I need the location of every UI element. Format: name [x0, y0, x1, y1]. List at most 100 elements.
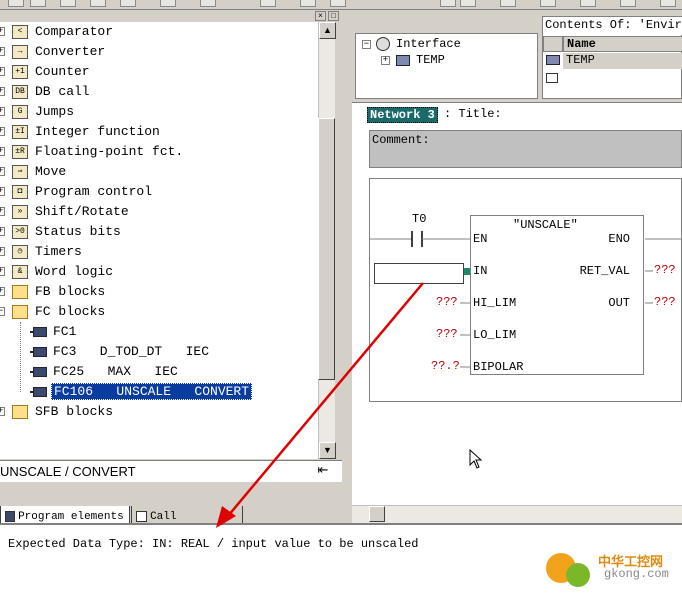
- fc-block-item[interactable]: FC3 D_TOD_DT IEC: [0, 342, 318, 362]
- scroll-up-icon[interactable]: ▲: [319, 22, 336, 39]
- element-category-icon: ±I: [12, 125, 28, 139]
- fc-block-item[interactable]: FC1: [0, 322, 318, 342]
- temp-icon: [396, 55, 410, 66]
- fc-block-item[interactable]: FC106 UNSCALE CONVERT: [0, 382, 318, 402]
- in-operand-input[interactable]: [374, 263, 464, 284]
- toolbar-button[interactable]: [460, 0, 476, 7]
- tree-item[interactable]: + → Converter: [0, 42, 318, 62]
- toolbar-button[interactable]: [90, 0, 106, 7]
- tree-item-label: Jumps: [35, 104, 75, 119]
- element-category-icon: →: [12, 45, 28, 59]
- toolbar-button[interactable]: [260, 0, 276, 7]
- pin-en: EN: [473, 232, 488, 246]
- gear-logo-icon: [566, 563, 590, 587]
- expand-icon[interactable]: +: [0, 87, 5, 96]
- interface-temp-label[interactable]: TEMP: [416, 53, 445, 67]
- tree-item[interactable]: + SFB blocks: [0, 402, 318, 422]
- toolbar-button[interactable]: [60, 0, 76, 7]
- fc-block-label: FC3 D_TOD_DT IEC: [53, 344, 210, 359]
- tree-item[interactable]: + ◷ Timers: [0, 242, 318, 262]
- tree-item[interactable]: + ⇒ Move: [0, 162, 318, 182]
- hi-lim-value[interactable]: ???: [436, 295, 458, 309]
- tree-item[interactable]: + & Word logic: [0, 262, 318, 282]
- toolbar-button[interactable]: [200, 0, 216, 7]
- expand-icon[interactable]: +: [0, 267, 5, 276]
- tree-item[interactable]: + DB DB call: [0, 82, 318, 102]
- toolbar-button[interactable]: [540, 0, 556, 7]
- pane-restore-icon[interactable]: □: [328, 11, 339, 21]
- out-value[interactable]: ???: [654, 295, 676, 309]
- toolbar-button[interactable]: [620, 0, 636, 7]
- expand-icon[interactable]: +: [0, 207, 5, 216]
- toolbar-button[interactable]: [8, 0, 24, 7]
- tree-item-label: Shift/Rotate: [35, 204, 129, 219]
- retval-value[interactable]: ???: [654, 263, 676, 277]
- comment-label: Comment:: [372, 133, 430, 147]
- temp-icon: [546, 55, 560, 65]
- editor-horizontal-scrollbar[interactable]: [352, 505, 682, 523]
- toolbar-button[interactable]: [500, 0, 516, 7]
- expand-icon[interactable]: +: [0, 107, 5, 116]
- unscale-function-block[interactable]: "UNSCALE" EN IN HI_LIM LO_LIM BIPOLAR EN…: [470, 215, 644, 375]
- program-elements-pane: × □ + < Comparator + → Converter + +1 Counter + DB…: [0, 10, 342, 536]
- expand-icon[interactable]: +: [0, 167, 5, 176]
- expand-icon[interactable]: +: [381, 56, 390, 65]
- tree-item[interactable]: + FB blocks: [0, 282, 318, 302]
- scroll-down-icon[interactable]: ▼: [319, 442, 336, 459]
- lo-lim-value[interactable]: ???: [436, 327, 458, 341]
- expand-icon[interactable]: +: [0, 187, 5, 196]
- fc-block-label: FC25 MAX IEC: [53, 364, 178, 379]
- toolbar-button[interactable]: [300, 0, 316, 7]
- bipolar-value[interactable]: ??.?: [431, 359, 460, 373]
- expand-icon[interactable]: +: [0, 147, 5, 156]
- pane-close-icon[interactable]: ×: [315, 11, 326, 21]
- element-category-icon: <: [12, 25, 28, 39]
- expand-icon[interactable]: +: [0, 247, 5, 256]
- expand-icon[interactable]: +: [0, 407, 5, 416]
- collapse-icon[interactable]: −: [362, 40, 371, 49]
- tree-item[interactable]: + < Comparator: [0, 22, 318, 42]
- column-header-name[interactable]: Name: [563, 36, 682, 52]
- network-comment-field[interactable]: Comment:: [369, 130, 682, 168]
- toolbar-button[interactable]: [660, 0, 676, 7]
- expand-icon[interactable]: +: [0, 287, 5, 296]
- tree-item[interactable]: + » Shift/Rotate: [0, 202, 318, 222]
- interface-root-label[interactable]: Interface: [396, 37, 461, 51]
- tree-item[interactable]: + +1 Counter: [0, 62, 318, 82]
- tree-item[interactable]: + ±I Integer function: [0, 122, 318, 142]
- tree-item[interactable]: + ±R Floating-point fct.: [0, 142, 318, 162]
- element-tree: + < Comparator + → Converter + +1 Counter + DB DB c…: [0, 22, 318, 459]
- call-structure-icon: [136, 510, 147, 522]
- interface-tree: − Interface + TEMP: [355, 33, 538, 99]
- toolbar-button[interactable]: [30, 0, 46, 7]
- tree-item[interactable]: + ◘ Program control: [0, 182, 318, 202]
- toolbar-button[interactable]: [160, 0, 176, 7]
- expand-icon[interactable]: +: [0, 67, 5, 76]
- contact-label[interactable]: T0: [412, 212, 426, 226]
- selected-element-info: UNSCALE / CONVERT: [0, 464, 136, 479]
- toolbar-button[interactable]: [120, 0, 136, 7]
- element-category-icon: [12, 305, 28, 319]
- pin-out: OUT: [608, 296, 630, 310]
- toolbar-button[interactable]: [580, 0, 596, 7]
- scroll-thumb[interactable]: [369, 506, 385, 522]
- tree-connector: [20, 322, 21, 392]
- tree-item[interactable]: + >0 Status bits: [0, 222, 318, 242]
- fc-block-item[interactable]: FC25 MAX IEC: [0, 362, 318, 382]
- expand-icon[interactable]: +: [0, 47, 5, 56]
- contents-row[interactable]: TEMP: [563, 53, 682, 69]
- expand-icon[interactable]: +: [0, 27, 5, 36]
- collapse-icon[interactable]: −: [0, 307, 5, 316]
- toolbar-button[interactable]: [440, 0, 456, 7]
- tree-item[interactable]: − FC blocks: [0, 302, 318, 322]
- network-title-label[interactable]: : Title:: [444, 107, 502, 121]
- expand-icon[interactable]: +: [0, 227, 5, 236]
- tree-item-label: Status bits: [35, 224, 121, 239]
- tree-item[interactable]: + G Jumps: [0, 102, 318, 122]
- toolbar-button[interactable]: [330, 0, 346, 7]
- insert-element-button[interactable]: ⇤: [312, 462, 334, 482]
- network-label[interactable]: Network 3: [367, 107, 438, 123]
- expand-icon[interactable]: +: [0, 127, 5, 136]
- mouse-cursor-icon: [469, 449, 483, 469]
- tree-scroll-thumb[interactable]: [318, 118, 335, 380]
